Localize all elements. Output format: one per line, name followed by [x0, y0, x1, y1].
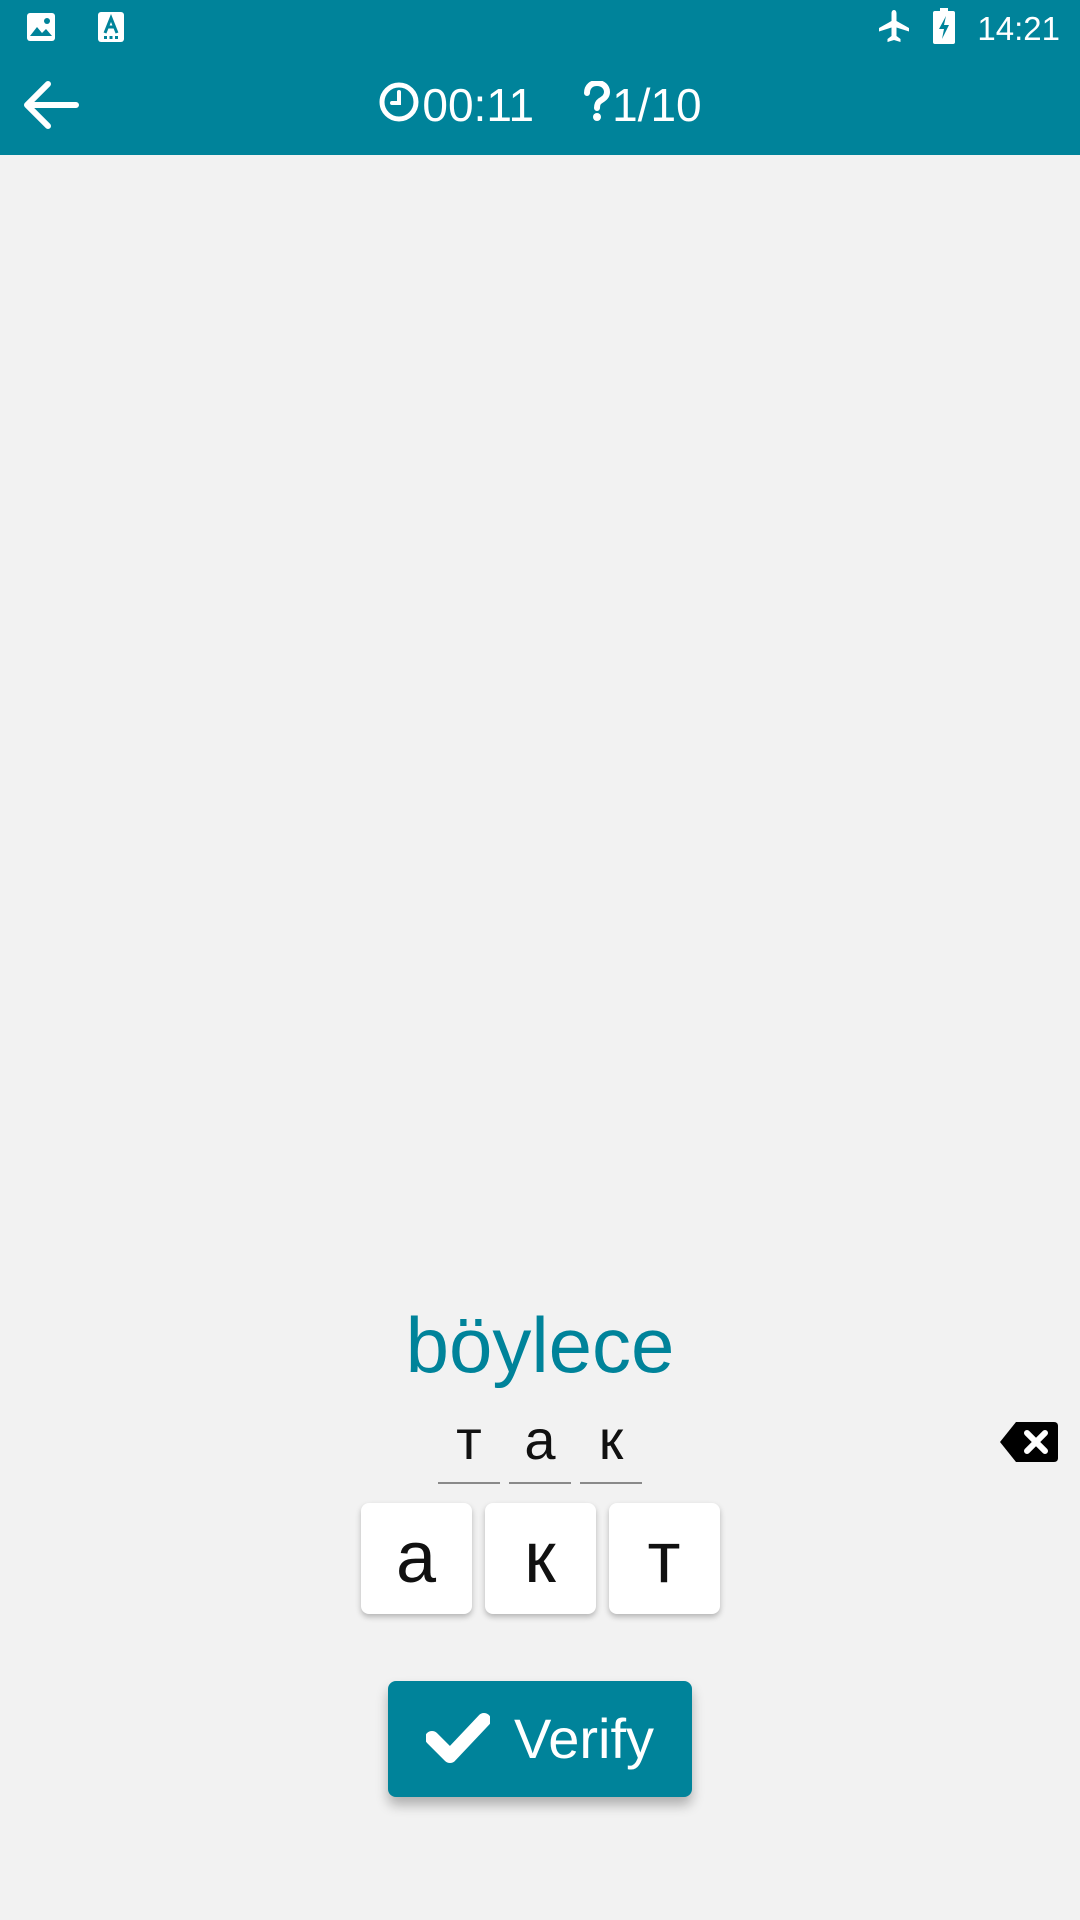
quiz-stats: 00:11 1/10: [0, 55, 1080, 155]
answer-slot[interactable]: к: [580, 1402, 642, 1484]
status-time: 14:21: [977, 9, 1060, 47]
airplane-icon: [877, 8, 911, 49]
progress-value: 1/10: [612, 79, 702, 131]
letter-tile[interactable]: т: [608, 1503, 720, 1614]
image-icon: [26, 12, 56, 47]
clock-icon: [378, 81, 420, 130]
verify-button[interactable]: Verify: [388, 1681, 692, 1797]
check-icon: [424, 1710, 491, 1769]
timer: 00:11: [378, 81, 534, 130]
answer-slot[interactable]: а: [509, 1402, 571, 1484]
backspace-button[interactable]: [998, 1418, 1060, 1466]
question-progress: 1/10: [582, 79, 702, 131]
timer-value: 00:11: [422, 79, 535, 131]
quiz-word: böylece: [405, 1301, 675, 1389]
notification-icons: [26, 12, 124, 47]
arrow-back-icon: [21, 80, 79, 135]
verify-label: Verify: [513, 1707, 655, 1770]
status-bar: 14:21: [0, 0, 1080, 55]
question-icon: [582, 79, 611, 130]
text-format-icon: [98, 12, 124, 47]
letter-tiles: а к т: [0, 1503, 1080, 1614]
system-status: 14:21: [877, 8, 1060, 49]
backspace-icon: [998, 1422, 1060, 1470]
letter-tile[interactable]: а: [360, 1503, 472, 1614]
answer-slots: т а к: [0, 1402, 1080, 1484]
back-button[interactable]: [10, 67, 90, 147]
battery-charging-icon: [933, 8, 956, 49]
app-bar: 00:11 1/10: [0, 55, 1080, 155]
letter-tile[interactable]: к: [484, 1503, 596, 1614]
top-bar: 14:21 00:11 1/10: [0, 0, 1080, 155]
answer-slot[interactable]: т: [438, 1402, 500, 1484]
